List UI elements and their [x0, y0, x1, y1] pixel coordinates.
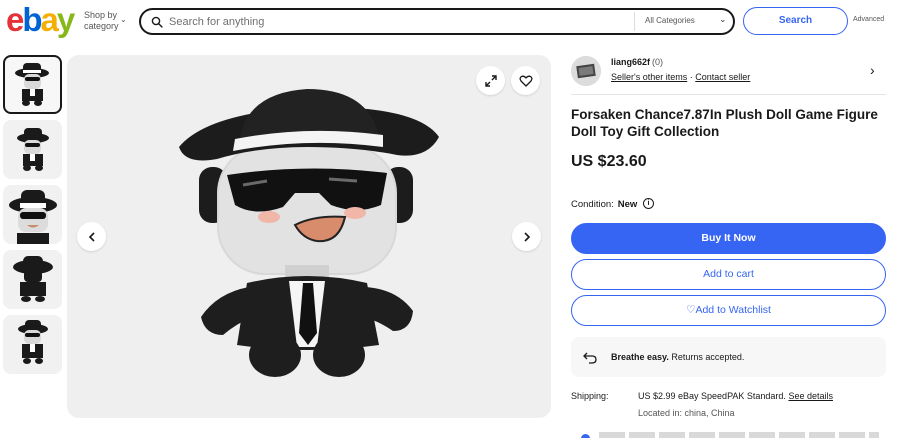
logo-letter-b: b: [22, 1, 42, 38]
contact-seller-link[interactable]: Contact seller: [695, 72, 750, 82]
logo-letter-y: y: [56, 1, 75, 38]
plush-thumbnail-image: [9, 190, 57, 244]
shipping-cost: US $2.99 eBay SpeedPAK Standard.: [638, 391, 786, 401]
logo-letter-e: e: [6, 1, 24, 38]
chevron-down-icon: ⌄: [120, 15, 127, 24]
main-product-image[interactable]: [67, 55, 551, 418]
seller-links: Seller's other items · Contact seller: [611, 72, 750, 82]
link-separator: ·: [689, 72, 693, 82]
heart-icon: [518, 75, 533, 87]
watchlist-heart-button[interactable]: [511, 66, 540, 95]
return-icon: [583, 352, 597, 364]
add-to-watchlist-button[interactable]: ♡Add to Watchlist: [571, 295, 886, 326]
shipping-value: US $2.99 eBay SpeedPAK Standard. See det…: [638, 391, 833, 401]
shop-by-line1: Shop by: [84, 10, 118, 20]
seller-name[interactable]: liang662f: [611, 57, 650, 67]
advanced-search-link[interactable]: Advanced: [853, 16, 884, 23]
seller-feedback-count: (0): [652, 57, 663, 67]
shipping-label: Shipping:: [571, 391, 609, 401]
next-image-button[interactable]: [512, 222, 541, 251]
item-location: Located in: china, China: [638, 408, 735, 418]
logo-letter-a: a: [40, 1, 59, 38]
returns-bold: Breathe easy.: [611, 352, 669, 362]
plush-doll-image: [179, 89, 439, 377]
chevron-left-icon: [88, 231, 95, 242]
shop-by-line2: category: [84, 21, 119, 31]
condition-label: Condition:: [571, 199, 614, 210]
thumbnail-1[interactable]: [3, 55, 62, 114]
add-to-watchlist-label: Add to Watchlist: [695, 304, 771, 316]
expand-button[interactable]: [476, 66, 505, 95]
search-icon: [151, 16, 163, 28]
seller-avatar[interactable]: [571, 56, 601, 86]
seller-other-items-link[interactable]: Seller's other items: [611, 72, 687, 82]
thumbnail-4[interactable]: [3, 250, 62, 309]
plush-thumbnail-image: [18, 320, 48, 364]
returns-banner: Breathe easy. Returns accepted.: [571, 337, 886, 377]
previous-image-button[interactable]: [77, 222, 106, 251]
search-bar: All Categories ⌄: [139, 8, 735, 35]
search-input[interactable]: [169, 12, 629, 32]
search-divider: [634, 12, 635, 31]
buy-it-now-button[interactable]: Buy It Now: [571, 223, 886, 254]
add-to-cart-button[interactable]: Add to cart: [571, 259, 886, 290]
seller-avatar-image: [571, 56, 601, 86]
chevron-down-icon: ⌄: [719, 14, 727, 24]
returns-text: Breathe easy. Returns accepted.: [611, 352, 744, 362]
see-details-link[interactable]: See details: [788, 391, 833, 401]
thumbnail-2[interactable]: [3, 120, 62, 179]
shop-by-category[interactable]: Shop by category ⌄: [84, 10, 127, 32]
condition-value: New: [617, 199, 638, 210]
category-select[interactable]: All Categories: [645, 16, 695, 25]
cut-off-row: [571, 430, 886, 438]
chevron-right-icon[interactable]: ›: [870, 62, 875, 78]
cut-off-text: [599, 432, 879, 438]
expand-icon: [484, 74, 497, 87]
thumbnail-5[interactable]: [3, 315, 62, 374]
divider: [571, 94, 886, 95]
product-title: Forsaken Chance7.87In Plush Doll Game Fi…: [571, 107, 878, 139]
chevron-right-icon: [523, 231, 530, 242]
ebay-logo[interactable]: ebay: [6, 1, 76, 38]
thumbnail-3[interactable]: [3, 185, 62, 244]
condition-row: Condition: New: [571, 199, 637, 210]
plush-thumbnail-image: [15, 63, 49, 106]
returns-detail: Returns accepted.: [671, 352, 745, 362]
status-dot: [581, 434, 590, 438]
plush-thumbnail-image: [13, 256, 53, 302]
search-button[interactable]: Search: [743, 7, 848, 35]
plush-thumbnail-image: [17, 128, 49, 171]
info-icon[interactable]: i: [643, 198, 654, 209]
product-price: US $23.60: [571, 153, 647, 170]
